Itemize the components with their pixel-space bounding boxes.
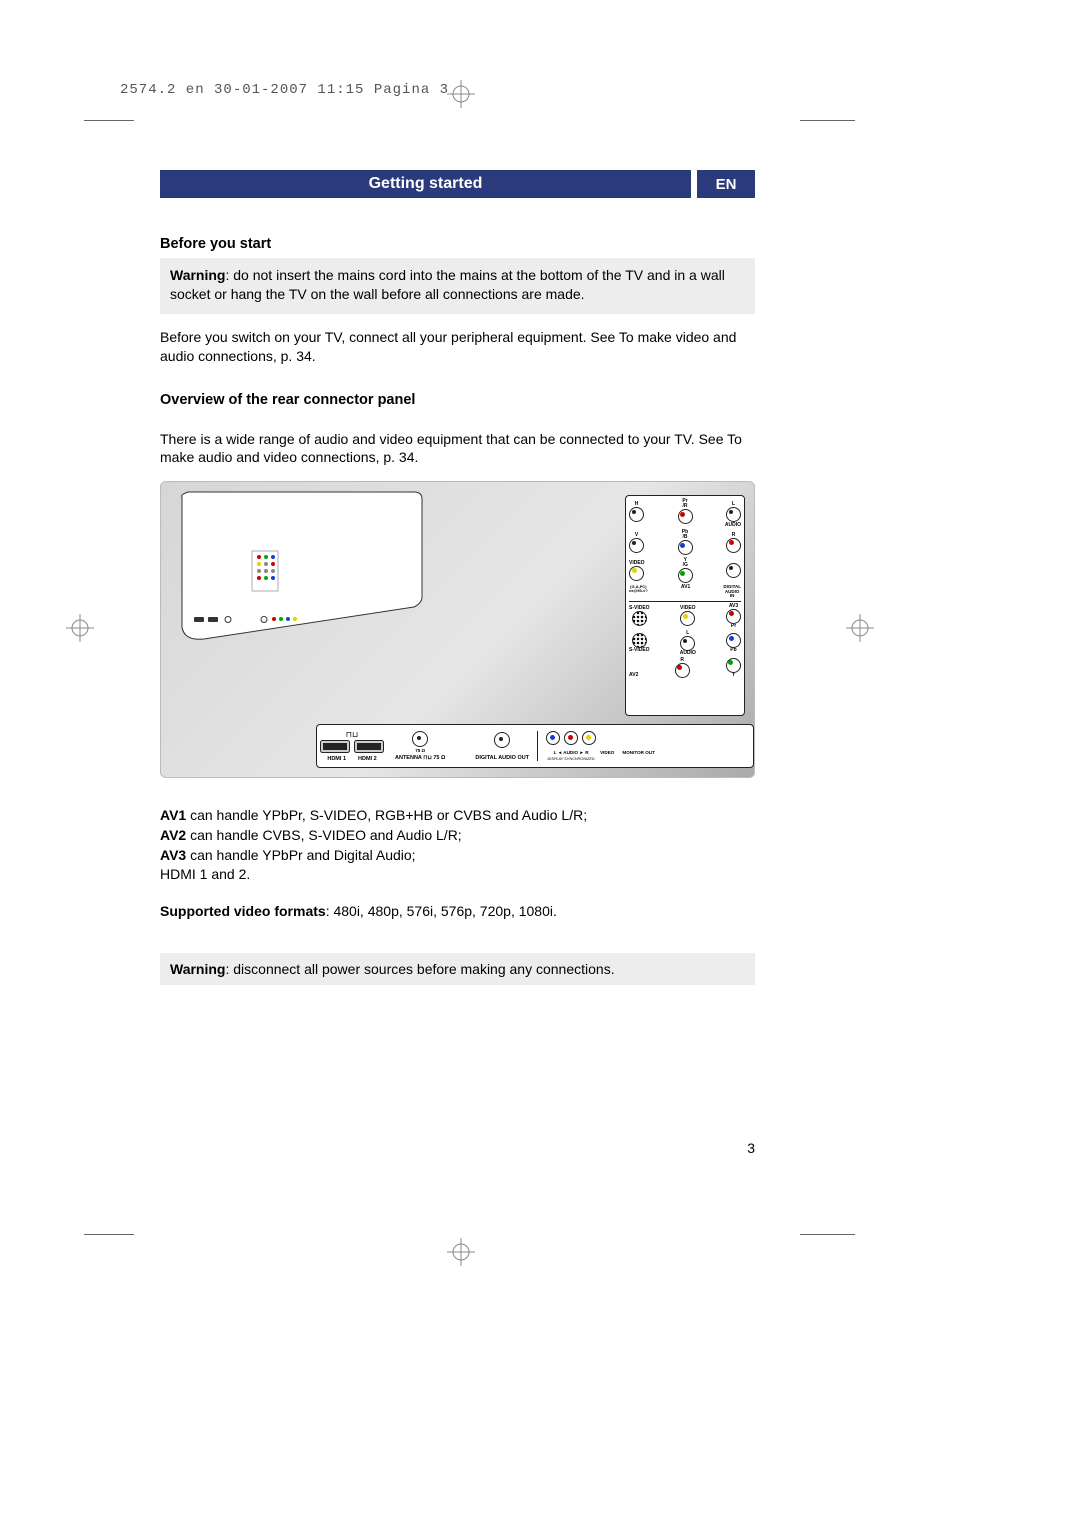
- av-capability-list: AV1 can handle YPbPr, S-VIDEO, RGB+HB or…: [160, 806, 755, 884]
- antenna-label: ANTENNA ⊓⊔ 75 Ω: [395, 756, 445, 762]
- av1-label: AV1: [681, 585, 690, 599]
- digital-audio-port-icon: [494, 732, 510, 748]
- av2-text: can handle CVBS, S-VIDEO and Audio L/R;: [186, 827, 462, 843]
- bottom-connector-strip: ⊓⊔ HDMI 1 HDMI 2 75 Ω ANTENNA ⊓⊔ 75 Ω DI…: [316, 724, 754, 768]
- warning2-label: Warning: [170, 961, 225, 977]
- digital-audio-label: DIGITAL AUDIO OUT: [475, 756, 529, 762]
- page-title: Getting started: [160, 170, 691, 198]
- audio-lr-label: L ◄ AUDIO ► R: [554, 751, 589, 756]
- page-number: 3: [747, 1140, 755, 1156]
- monitor-out-label: MONITOR OUT: [622, 751, 655, 756]
- hdmi-port-icon: [321, 741, 349, 752]
- before-body-text: Before you switch on your TV, connect al…: [160, 328, 755, 366]
- hdmi2-label: HDMI 2: [358, 757, 377, 763]
- language-badge: EN: [697, 170, 755, 198]
- crop-line: [84, 1234, 134, 1235]
- formats-text: : 480i, 480p, 576i, 576p, 720p, 1080i.: [326, 903, 557, 919]
- av3-bold: AV3: [160, 847, 186, 863]
- av3-text: can handle YPbPr and Digital Audio;: [186, 847, 415, 863]
- hdmi-text: HDMI 1 and 2.: [160, 865, 755, 885]
- title-bar: Getting started EN: [160, 170, 755, 198]
- formats-label: Supported video formats: [160, 903, 326, 919]
- crop-line: [800, 1234, 855, 1235]
- hdmi-port-icon: [355, 741, 383, 752]
- av2-label: AV2: [629, 673, 638, 678]
- manual-page: Getting started EN Before you start Warn…: [160, 170, 755, 985]
- supported-formats: Supported video formats: 480i, 480p, 576…: [160, 903, 755, 919]
- antenna-ohm: 75 Ω: [415, 749, 425, 754]
- av1-bold: AV1: [160, 807, 186, 823]
- hdmi1-label: HDMI 1: [327, 757, 346, 763]
- overview-body-text: There is a wide range of audio and video…: [160, 430, 755, 468]
- crop-line: [800, 120, 855, 121]
- registration-mark-icon: [447, 80, 475, 108]
- video-port-icon: [582, 731, 596, 745]
- registration-mark-icon: [846, 614, 874, 642]
- rear-panel-detail: H Pr/R L AUDIO V Pb/B R VIDEO Y/G (G,A,P…: [625, 495, 745, 716]
- warning2-text: : disconnect all power sources before ma…: [225, 961, 614, 977]
- connector-panel-diagram: H Pr/R L AUDIO V Pb/B R VIDEO Y/G (G,A,P…: [160, 481, 755, 778]
- display-sync-label: DISPLAY SYNCHRONIZED: [548, 758, 595, 762]
- registration-mark-icon: [447, 1238, 475, 1266]
- crop-line: [84, 120, 134, 121]
- antenna-port-icon: [412, 731, 428, 747]
- warning-box-power: Warning: disconnect all power sources be…: [160, 953, 755, 985]
- heading-overview: Overview of the rear connector panel: [160, 392, 755, 408]
- video-label: VIDEO: [600, 751, 614, 756]
- av1-text: can handle YPbPr, S-VIDEO, RGB+HB or CVB…: [186, 807, 587, 823]
- tv-rear-outline-icon: [174, 489, 604, 663]
- warning-box-mains: Warning: do not insert the mains cord in…: [160, 258, 755, 314]
- audio-l-port-icon: [546, 731, 560, 745]
- print-metadata: 2574.2 en 30-01-2007 11:15 Pagina 3: [120, 82, 449, 98]
- heading-before-you-start: Before you start: [160, 236, 755, 252]
- audio-r-port-icon: [564, 731, 578, 745]
- av2-bold: AV2: [160, 827, 186, 843]
- registration-mark-icon: [66, 614, 94, 642]
- warning-text: : do not insert the mains cord into the …: [170, 267, 725, 302]
- warning-label: Warning: [170, 267, 225, 283]
